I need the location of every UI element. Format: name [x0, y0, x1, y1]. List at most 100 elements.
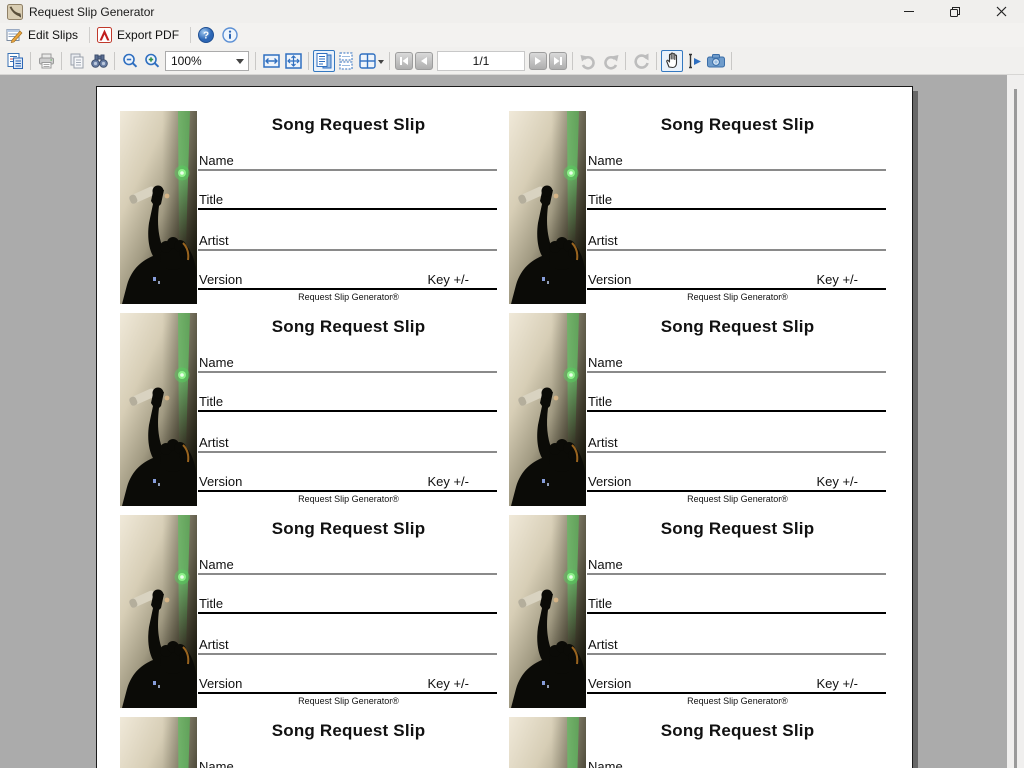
menu-separator: [190, 27, 191, 43]
slip-title: Song Request Slip: [586, 317, 889, 337]
concert-photo: [120, 111, 197, 304]
next-view-icon: [601, 52, 620, 70]
slip-content: Song Request Slip Name Title Artist Vers…: [197, 717, 500, 768]
svg-text:?: ?: [203, 31, 209, 42]
name-field-line: Name: [198, 145, 497, 171]
title-label: Title: [588, 596, 612, 611]
artist-field-line: Artist: [198, 427, 497, 453]
multi-page-icon: [358, 52, 384, 70]
artist-field-line: Artist: [587, 629, 886, 655]
preview-toolbar: 100%: [0, 47, 1024, 75]
toolbar-separator: [625, 52, 626, 70]
continuous-view-button[interactable]: [335, 50, 357, 72]
first-page-icon: [399, 56, 409, 66]
menu-separator: [89, 27, 90, 43]
first-page-button[interactable]: [395, 52, 413, 70]
scrollbar-thumb[interactable]: [1014, 89, 1017, 768]
help-button[interactable]: ?: [196, 24, 220, 46]
last-page-button[interactable]: [549, 52, 567, 70]
about-button[interactable]: [220, 24, 244, 46]
text-select-icon: [685, 52, 703, 70]
slip-content: Song Request Slip Name Title Artist Vers…: [586, 313, 889, 506]
slip-title: Song Request Slip: [197, 721, 500, 741]
find-button[interactable]: [88, 50, 110, 72]
slip-footer: Request Slip Generator®: [197, 292, 500, 302]
concert-photo: [120, 515, 197, 708]
concert-photo: [120, 717, 197, 768]
text-select-tool-button[interactable]: [683, 50, 705, 72]
song-request-slip: Song Request Slip Name Title Artist Vers…: [509, 111, 889, 304]
title-label: Title: [588, 192, 612, 207]
binoculars-icon: [90, 52, 109, 70]
restore-button[interactable]: [932, 0, 978, 23]
multi-page-view-button[interactable]: [357, 50, 385, 72]
title-field-line: Title: [587, 386, 886, 412]
slip-content: Song Request Slip Name Title Artist Vers…: [197, 515, 500, 708]
zoom-out-button[interactable]: [119, 50, 141, 72]
close-button[interactable]: [978, 0, 1024, 23]
key-label: Key +/-: [816, 272, 858, 287]
name-label: Name: [588, 355, 623, 370]
previous-view-icon: [579, 52, 598, 70]
last-page-icon: [553, 56, 563, 66]
previous-page-icon: [419, 56, 429, 66]
hand-tool-icon: [663, 51, 682, 70]
print-options-button[interactable]: [4, 50, 26, 72]
refresh-button[interactable]: [630, 50, 652, 72]
key-label: Key +/-: [427, 272, 469, 287]
name-field-line: Name: [587, 549, 886, 575]
version-field-line: Version Key +/-: [198, 264, 497, 290]
copy-icon: [68, 52, 86, 70]
minimize-button[interactable]: [886, 0, 932, 23]
hand-tool-button[interactable]: [661, 50, 683, 72]
camera-icon: [706, 52, 726, 70]
single-page-view-button[interactable]: [313, 50, 335, 72]
artist-field-line: Artist: [198, 225, 497, 251]
artist-label: Artist: [199, 435, 229, 450]
song-request-slip: Song Request Slip Name Title Artist Vers…: [120, 515, 500, 708]
version-label: Version: [588, 474, 631, 489]
version-label: Version: [588, 676, 631, 691]
song-request-slip: Song Request Slip Name Title Artist Vers…: [120, 313, 500, 506]
page-indicator[interactable]: 1/1: [437, 51, 525, 71]
toolbar-separator: [389, 52, 390, 70]
slip-content: Song Request Slip Name Title Artist Vers…: [197, 111, 500, 304]
title-field-line: Title: [198, 588, 497, 614]
snapshot-tool-button[interactable]: [705, 50, 727, 72]
next-view-button[interactable]: [599, 50, 621, 72]
fit-page-button[interactable]: [282, 50, 304, 72]
edit-slips-button[interactable]: Edit Slips: [4, 24, 84, 46]
copy-button[interactable]: [66, 50, 88, 72]
name-field-line: Name: [198, 347, 497, 373]
zoom-in-button[interactable]: [141, 50, 163, 72]
artist-field-line: Artist: [587, 225, 886, 251]
previous-page-button[interactable]: [415, 52, 433, 70]
restore-icon: [949, 6, 961, 18]
toolbar-separator: [572, 52, 573, 70]
slip-title: Song Request Slip: [197, 519, 500, 539]
song-request-slip: Song Request Slip Name Title Artist Vers…: [120, 111, 500, 304]
export-pdf-label: Export PDF: [117, 28, 179, 42]
fit-width-button[interactable]: [260, 50, 282, 72]
artist-field-line: Artist: [198, 629, 497, 655]
help-icon: ?: [198, 27, 214, 43]
toolbar-separator: [731, 52, 732, 70]
toolbar-separator: [255, 52, 256, 70]
print-button[interactable]: [35, 50, 57, 72]
slip-footer: Request Slip Generator®: [586, 292, 889, 302]
preview-page: Song Request Slip Name Title Artist Vers…: [96, 86, 913, 768]
slip-footer: Request Slip Generator®: [586, 494, 889, 504]
slip-footer: Request Slip Generator®: [586, 696, 889, 706]
concert-photo: [509, 313, 586, 506]
version-label: Version: [588, 272, 631, 287]
print-preview-area[interactable]: Song Request Slip Name Title Artist Vers…: [0, 75, 1024, 768]
slip-content: Song Request Slip Name Title Artist Vers…: [586, 111, 889, 304]
window-title: Request Slip Generator: [29, 5, 154, 19]
zoom-level-combobox[interactable]: 100%: [165, 51, 249, 71]
next-page-button[interactable]: [529, 52, 547, 70]
vertical-scrollbar[interactable]: [1007, 75, 1024, 768]
previous-view-button[interactable]: [577, 50, 599, 72]
version-field-line: Version Key +/-: [587, 668, 886, 694]
export-pdf-button[interactable]: Export PDF: [95, 24, 185, 46]
slip-grid: Song Request Slip Name Title Artist Vers…: [120, 111, 889, 768]
